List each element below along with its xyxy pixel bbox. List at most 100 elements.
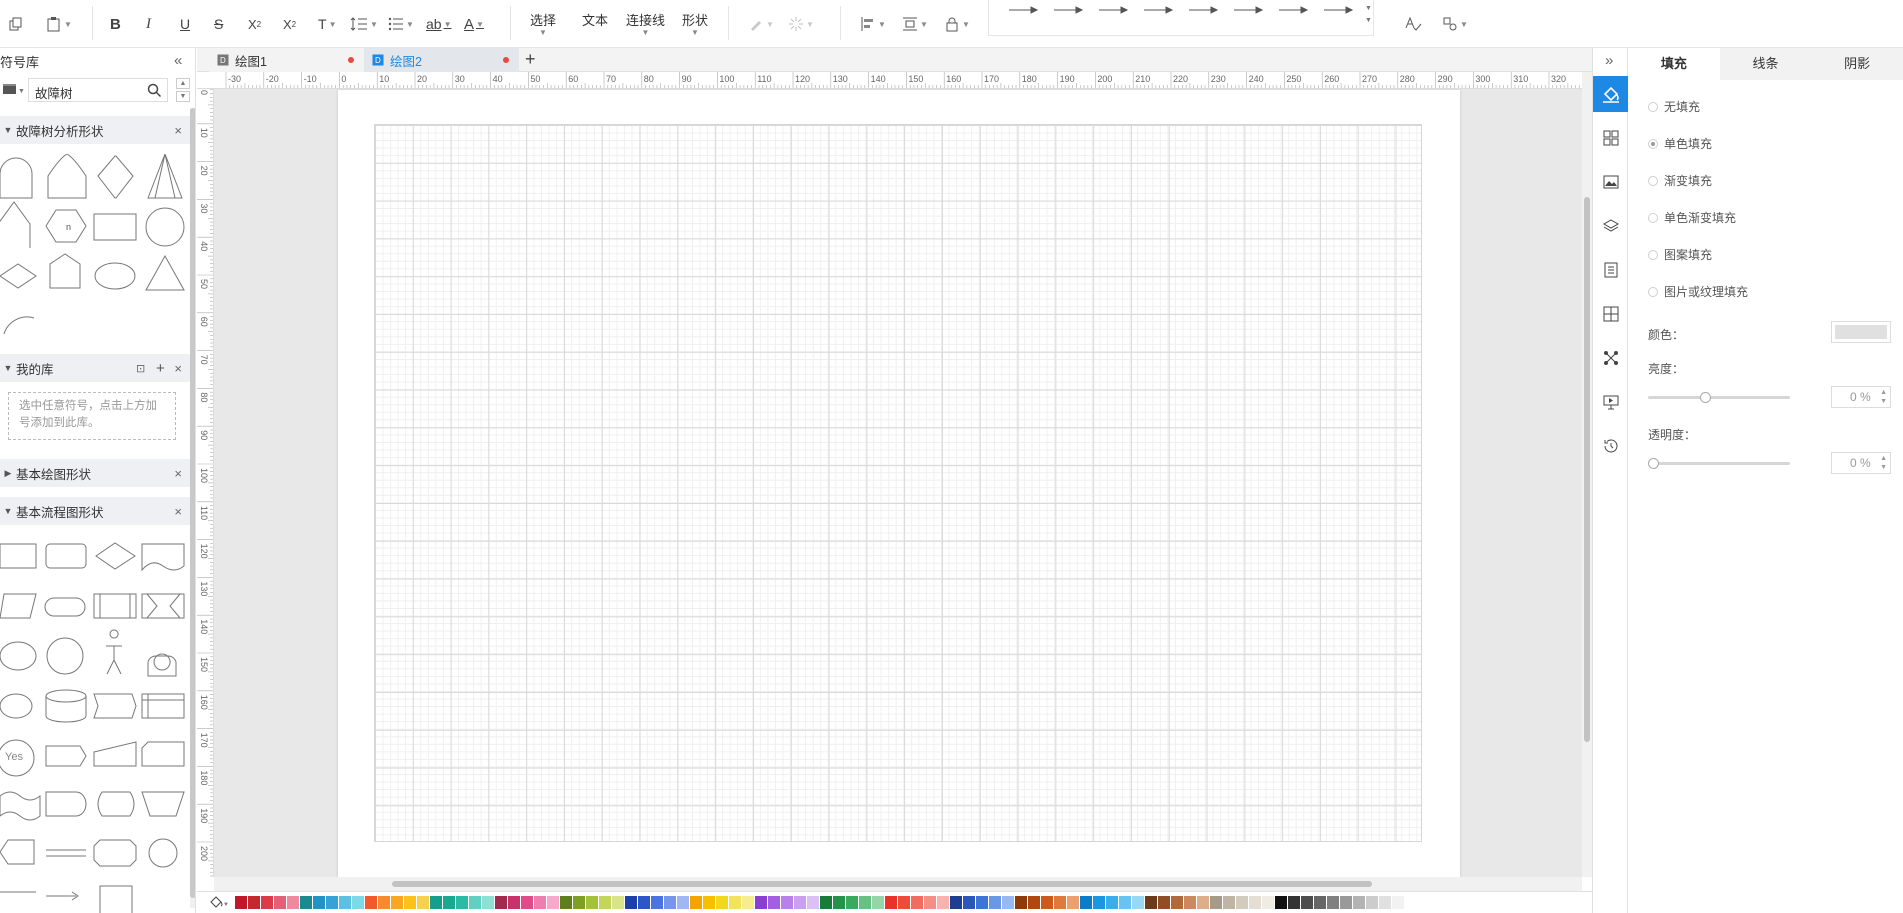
section-basic-flowchart[interactable]: ▼ 基本流程图形状 × xyxy=(0,497,190,525)
close-section-icon[interactable]: × xyxy=(174,123,182,138)
color-swatch[interactable] xyxy=(690,896,702,909)
color-swatch[interactable] xyxy=(261,896,273,909)
fill-option-gradient[interactable]: 渐变填充 xyxy=(1648,172,1712,189)
color-swatch[interactable] xyxy=(417,896,429,909)
symbol-search-input[interactable]: 故障树 xyxy=(35,83,73,102)
presentation-icon[interactable] xyxy=(1593,384,1628,420)
color-swatch[interactable] xyxy=(1379,896,1391,909)
tab-fill[interactable]: 填充 xyxy=(1628,48,1720,80)
radio-button[interactable] xyxy=(1648,212,1658,223)
subscript-icon[interactable]: X2 xyxy=(283,12,296,36)
color-swatch[interactable] xyxy=(1015,896,1027,909)
color-swatch[interactable] xyxy=(1171,896,1183,909)
color-swatch[interactable] xyxy=(456,896,468,909)
scroll-down-button[interactable]: ▼ xyxy=(176,91,190,102)
fill-bucket-icon[interactable]: ▼ xyxy=(209,895,229,909)
image-icon[interactable] xyxy=(1593,164,1628,200)
color-swatch[interactable] xyxy=(508,896,520,909)
connection-icon[interactable] xyxy=(1593,340,1628,376)
color-swatch[interactable] xyxy=(482,896,494,909)
color-swatch[interactable] xyxy=(768,896,780,909)
color-swatch[interactable] xyxy=(339,896,351,909)
color-swatch[interactable] xyxy=(365,896,377,909)
bold-icon[interactable]: B xyxy=(110,12,121,36)
library-menu-icon[interactable]: ▼ xyxy=(2,82,24,98)
color-swatch[interactable] xyxy=(1236,896,1248,909)
color-swatch[interactable] xyxy=(599,896,611,909)
color-swatch[interactable] xyxy=(404,896,416,909)
section-my-library[interactable]: ▼ 我的库 ⊡ + × xyxy=(0,354,190,382)
arrange-icon[interactable]: ▼ xyxy=(1442,12,1468,36)
color-swatch[interactable] xyxy=(300,896,312,909)
tab-text[interactable]: 文本 xyxy=(582,10,608,29)
color-swatch[interactable] xyxy=(781,896,793,909)
color-swatch[interactable] xyxy=(248,896,260,909)
canvas-area[interactable] xyxy=(214,89,1592,877)
color-swatch[interactable] xyxy=(794,896,806,909)
underline-icon[interactable]: U xyxy=(180,12,190,36)
color-swatch[interactable] xyxy=(235,896,247,909)
copy-format-icon[interactable] xyxy=(8,12,24,36)
color-swatch[interactable] xyxy=(937,896,949,909)
brightness-input[interactable]: 0 % ▲ ▼ xyxy=(1831,386,1891,408)
color-swatch[interactable] xyxy=(807,896,819,909)
format-painter-icon[interactable]: ▼ xyxy=(748,12,774,36)
color-swatch[interactable] xyxy=(898,896,910,909)
superscript-icon[interactable]: X2 xyxy=(248,12,261,36)
color-swatch[interactable] xyxy=(911,896,923,909)
color-swatch[interactable] xyxy=(833,896,845,909)
color-swatches[interactable] xyxy=(235,896,1405,909)
color-swatch[interactable] xyxy=(1314,896,1326,909)
paste-icon[interactable]: ▼ xyxy=(46,12,72,36)
strikethrough-icon[interactable]: S xyxy=(214,12,223,36)
color-swatch[interactable] xyxy=(872,896,884,909)
color-swatch[interactable] xyxy=(1145,896,1157,909)
color-swatch[interactable] xyxy=(1158,896,1170,909)
transparency-input[interactable]: 0 % ▲ ▼ xyxy=(1831,452,1891,474)
align-icon[interactable]: ▼ xyxy=(860,12,886,36)
color-swatch[interactable] xyxy=(430,896,442,909)
color-swatch[interactable] xyxy=(950,896,962,909)
italic-icon[interactable]: I xyxy=(146,12,151,36)
color-swatch[interactable] xyxy=(469,896,481,909)
tab-drawing-2[interactable]: D 绘图2 xyxy=(364,48,519,72)
color-swatch[interactable] xyxy=(1249,896,1261,909)
search-icon[interactable] xyxy=(147,83,162,98)
data-icon[interactable] xyxy=(1593,296,1628,332)
drawing-page[interactable] xyxy=(338,90,1460,877)
color-swatch[interactable] xyxy=(1197,896,1209,909)
color-swatch[interactable] xyxy=(963,896,975,909)
color-swatch[interactable] xyxy=(638,896,650,909)
color-swatch[interactable] xyxy=(651,896,663,909)
color-swatch[interactable] xyxy=(729,896,741,909)
color-swatch[interactable] xyxy=(885,896,897,909)
color-swatch[interactable] xyxy=(547,896,559,909)
color-swatch[interactable] xyxy=(1392,896,1404,909)
color-swatch[interactable] xyxy=(586,896,598,909)
color-swatch[interactable] xyxy=(313,896,325,909)
symbol-search-box[interactable]: 故障树 xyxy=(28,78,168,102)
collapse-panel-icon[interactable]: « xyxy=(174,52,182,69)
left-panel-scrollbar[interactable] xyxy=(190,108,195,908)
radio-button[interactable] xyxy=(1648,138,1658,149)
section-fault-tree[interactable]: ▼ 故障树分析形状 × xyxy=(0,116,190,144)
color-swatch[interactable] xyxy=(1340,896,1352,909)
color-swatch[interactable] xyxy=(287,896,299,909)
font-color-icon[interactable]: A ▼ xyxy=(464,12,484,36)
new-tab-icon[interactable]: + xyxy=(525,49,536,70)
color-swatch[interactable] xyxy=(664,896,676,909)
tab-shadow[interactable]: 阴影 xyxy=(1811,48,1903,80)
tab-connector[interactable]: 连接线 ▼ xyxy=(626,10,665,37)
color-swatch[interactable] xyxy=(1028,896,1040,909)
color-swatch[interactable] xyxy=(1093,896,1105,909)
color-swatch[interactable] xyxy=(703,896,715,909)
color-swatch[interactable] xyxy=(1002,896,1014,909)
color-swatch[interactable] xyxy=(625,896,637,909)
color-swatch[interactable] xyxy=(1366,896,1378,909)
color-swatch[interactable] xyxy=(352,896,364,909)
color-swatch[interactable] xyxy=(274,896,286,909)
color-swatch[interactable] xyxy=(859,896,871,909)
page-properties-icon[interactable] xyxy=(1593,252,1628,288)
import-icon[interactable]: ⊡ xyxy=(136,362,145,375)
color-swatch[interactable] xyxy=(677,896,689,909)
